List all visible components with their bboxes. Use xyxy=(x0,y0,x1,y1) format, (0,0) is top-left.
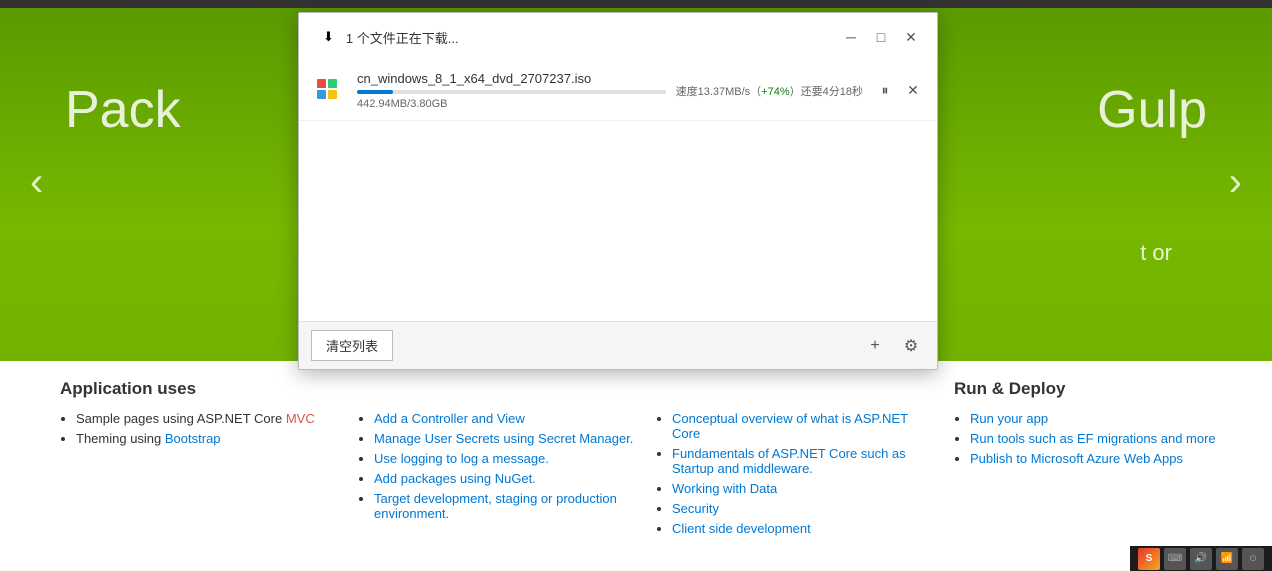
content-col-2: x Add a Controller and View Manage User … xyxy=(348,379,646,561)
file-icon xyxy=(311,73,347,109)
carousel-prev-button[interactable]: ‹ xyxy=(30,160,43,205)
col3-list: Conceptual overview of what is ASP.NET C… xyxy=(656,411,934,536)
mvc-link[interactable]: MVC xyxy=(286,411,315,426)
progress-bar xyxy=(357,90,666,94)
content-col-3: x Conceptual overview of what is ASP.NET… xyxy=(646,379,944,561)
dialog-content-area xyxy=(299,121,937,321)
download-info: cn_windows_8_1_x64_dvd_2707237.iso 442.9… xyxy=(357,71,666,110)
download-size: 442.94MB/3.80GB xyxy=(357,98,666,110)
page-title-left: Pack xyxy=(65,80,181,140)
download-dialog: ⬇ 1 个文件正在下载... ─ □ ✕ cn_windows_8_1_x64_… xyxy=(298,12,938,370)
list-item: Run your app xyxy=(970,411,1232,426)
conceptual-overview-link[interactable]: Conceptual overview of what is ASP.NET C… xyxy=(672,411,908,441)
logging-link[interactable]: Use logging to log a message. xyxy=(374,451,549,466)
page-title-right: Gulp xyxy=(1097,80,1207,140)
download-item: cn_windows_8_1_x64_dvd_2707237.iso 442.9… xyxy=(299,61,937,121)
taskbar: S ⌨ 🔊 📶 ⏻ xyxy=(1130,546,1272,571)
fundamentals-link[interactable]: Fundamentals of ASP.NET Core such as Sta… xyxy=(672,446,906,476)
top-bar xyxy=(0,0,1272,8)
security-link[interactable]: Security xyxy=(672,501,719,516)
list-item: Security xyxy=(672,501,934,516)
speed-suffix: ）还要4分18秒 xyxy=(790,86,863,98)
win-square-yellow xyxy=(328,90,337,99)
list-item: Manage User Secrets using Secret Manager… xyxy=(374,431,636,446)
list-item: Target development, staging or productio… xyxy=(374,491,636,521)
list-item: Use logging to log a message. xyxy=(374,451,636,466)
list-item: Working with Data xyxy=(672,481,934,496)
item-text: Sample pages using ASP.NET Core xyxy=(76,411,286,426)
list-item: Conceptual overview of what is ASP.NET C… xyxy=(672,411,934,441)
azure-publish-link[interactable]: Publish to Microsoft Azure Web Apps xyxy=(970,451,1183,466)
run-app-link[interactable]: Run your app xyxy=(970,411,1048,426)
col2-list: Add a Controller and View Manage User Se… xyxy=(358,411,636,521)
win-square-green xyxy=(328,79,337,88)
item-controls: ⏸ ✕ xyxy=(873,79,925,103)
environment-link[interactable]: Target development, staging or productio… xyxy=(374,491,617,521)
client-side-link[interactable]: Client side development xyxy=(672,521,811,536)
cancel-download-button[interactable]: ✕ xyxy=(901,79,925,103)
download-title-icon: ⬇ xyxy=(311,21,346,53)
content-col-4: Run & Deploy Run your app Run tools such… xyxy=(944,379,1242,561)
col1-list: Sample pages using ASP.NET Core MVC Them… xyxy=(60,411,338,446)
progress-fill xyxy=(357,90,393,94)
working-with-data-link[interactable]: Working with Data xyxy=(672,481,777,496)
sogou-icon: S xyxy=(1138,548,1160,570)
download-filename: cn_windows_8_1_x64_dvd_2707237.iso xyxy=(357,71,666,86)
taskbar-icon-4: ⏻ xyxy=(1242,548,1264,570)
taskbar-icon-1: ⌨ xyxy=(1164,548,1186,570)
list-item: Fundamentals of ASP.NET Core such as Sta… xyxy=(672,446,934,476)
list-item: Sample pages using ASP.NET Core MVC xyxy=(76,411,338,426)
ef-migrations-link[interactable]: Run tools such as EF migrations and more xyxy=(970,431,1216,446)
col1-heading: Application uses xyxy=(60,379,338,399)
download-speed: 速度13.37MB/s（+74%）还要4分18秒 xyxy=(676,83,863,99)
list-item: Add a Controller and View xyxy=(374,411,636,426)
windows-logo-icon xyxy=(311,73,343,105)
maximize-button[interactable]: □ xyxy=(867,25,895,49)
speed-label: 速度13.37MB/s（ xyxy=(676,86,762,98)
bottom-icons: + ⚙ xyxy=(861,332,925,360)
add-controller-link[interactable]: Add a Controller and View xyxy=(374,411,525,426)
list-item: Run tools such as EF migrations and more xyxy=(970,431,1232,446)
col4-heading: Run & Deploy xyxy=(954,379,1232,399)
content-area: Application uses Sample pages using ASP.… xyxy=(0,361,1272,571)
window-controls: ─ □ ✕ xyxy=(837,25,925,49)
list-item: Theming using Bootstrap xyxy=(76,431,338,446)
taskbar-icon-2: 🔊 xyxy=(1190,548,1212,570)
list-item: Publish to Microsoft Azure Web Apps xyxy=(970,451,1232,466)
nuget-link[interactable]: Add packages using NuGet. xyxy=(374,471,536,486)
clear-list-button[interactable]: 清空列表 xyxy=(311,330,393,361)
dialog-titlebar: ⬇ 1 个文件正在下载... ─ □ ✕ xyxy=(299,13,937,61)
add-download-button[interactable]: + xyxy=(861,332,889,360)
taskbar-icon-3: 📶 xyxy=(1216,548,1238,570)
dialog-bottom-bar: 清空列表 + ⚙ xyxy=(299,321,937,369)
close-button[interactable]: ✕ xyxy=(897,25,925,49)
item-text: Theming using xyxy=(76,431,165,446)
speed-percent: +74% xyxy=(761,86,789,98)
dialog-title: 1 个文件正在下载... xyxy=(346,28,837,47)
col4-list: Run your app Run tools such as EF migrat… xyxy=(954,411,1232,466)
content-col-1: Application uses Sample pages using ASP.… xyxy=(50,379,348,561)
pause-button[interactable]: ⏸ xyxy=(873,79,897,103)
minimize-button[interactable]: ─ xyxy=(837,25,865,49)
win-square-blue xyxy=(317,90,326,99)
user-secrets-link[interactable]: Manage User Secrets using Secret Manager… xyxy=(374,431,633,446)
list-item: Client side development xyxy=(672,521,934,536)
settings-button[interactable]: ⚙ xyxy=(897,332,925,360)
list-item: Add packages using NuGet. xyxy=(374,471,636,486)
page-subtitle-right: t or xyxy=(1140,240,1172,266)
bootstrap-link[interactable]: Bootstrap xyxy=(165,431,221,446)
carousel-next-button[interactable]: › xyxy=(1229,160,1242,205)
win-square-red xyxy=(317,79,326,88)
